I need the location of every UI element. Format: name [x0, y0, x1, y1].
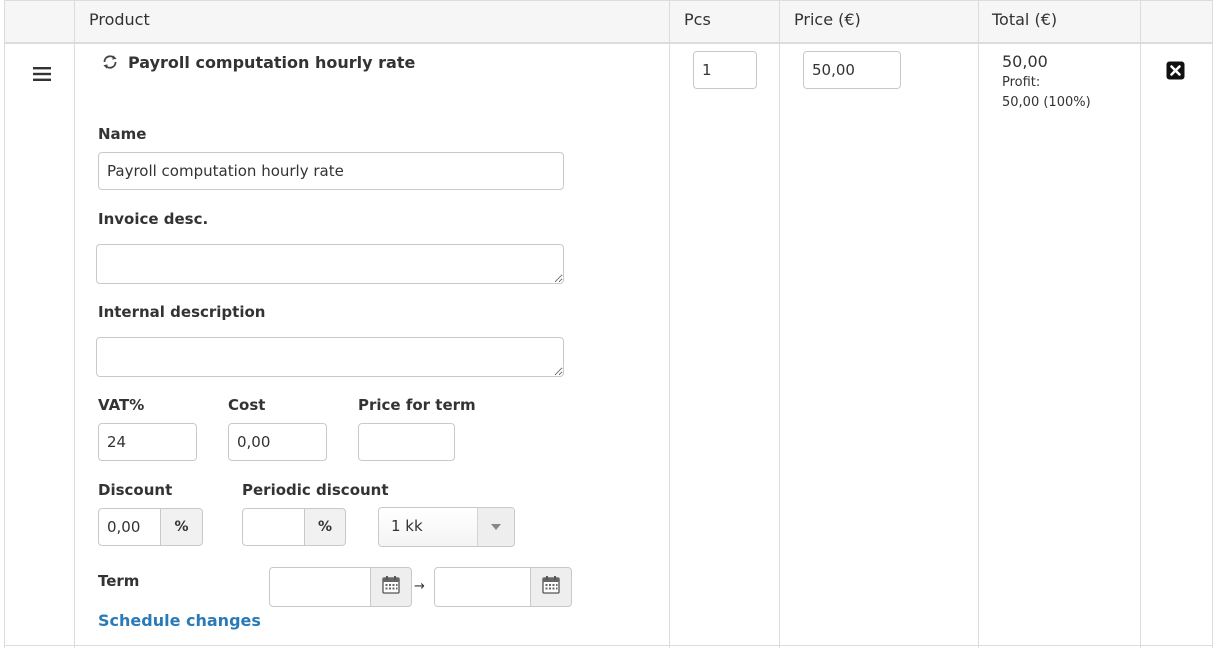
divider [4, 43, 1213, 44]
price-input[interactable] [803, 51, 901, 89]
price-term-input[interactable] [358, 423, 455, 461]
recurring-icon [101, 53, 119, 71]
term-label: Term [98, 572, 140, 590]
cost-label: Cost [228, 396, 266, 414]
invoice-desc-textarea[interactable] [96, 244, 564, 284]
calendar-icon [381, 575, 401, 599]
divider [779, 0, 780, 648]
price-term-label: Price for term [358, 396, 476, 414]
product-title: Payroll computation hourly rate [128, 53, 416, 72]
periodic-discount-label: Periodic discount [242, 481, 389, 499]
term-end-input[interactable] [434, 567, 531, 607]
profit-label: Profit: [1002, 75, 1041, 90]
divider [978, 0, 979, 648]
cost-input[interactable] [228, 423, 327, 461]
profit-value: 50,00 (100%) [1002, 95, 1091, 110]
name-label: Name [98, 125, 147, 143]
discount-label: Discount [98, 481, 173, 499]
header-total: Total (€) [992, 10, 1058, 29]
divider [1212, 0, 1213, 648]
term-start-calendar-button[interactable] [370, 567, 412, 607]
chevron-down-icon [477, 508, 514, 546]
internal-desc-label: Internal description [98, 303, 266, 321]
name-input[interactable] [98, 152, 564, 190]
periodic-discount-unit: % [305, 508, 346, 546]
discount-input[interactable] [98, 508, 161, 546]
divider [669, 0, 670, 648]
divider [74, 0, 75, 648]
vat-input[interactable] [98, 423, 197, 461]
divider [4, 0, 5, 648]
header-price: Price (€) [794, 10, 861, 29]
term-end-calendar-button[interactable] [530, 567, 572, 607]
pcs-input[interactable] [693, 51, 757, 89]
period-select-value: 1 kk [391, 517, 423, 535]
calendar-icon [541, 575, 561, 599]
total-value: 50,00 [1002, 52, 1048, 71]
periodic-discount-input[interactable] [242, 508, 305, 546]
divider [4, 645, 1213, 646]
divider [1140, 0, 1141, 648]
header-pcs: Pcs [684, 10, 711, 29]
invoice-desc-label: Invoice desc. [98, 210, 209, 228]
term-arrow: → [414, 579, 425, 594]
term-start-input[interactable] [269, 567, 371, 607]
internal-desc-textarea[interactable] [96, 337, 564, 377]
header-product: Product [89, 10, 150, 29]
schedule-changes-link[interactable]: Schedule changes [98, 611, 261, 630]
discount-unit: % [161, 508, 203, 546]
hamburger-icon[interactable] [32, 66, 52, 82]
period-select[interactable]: 1 kk [378, 507, 515, 547]
close-square-icon[interactable] [1166, 61, 1185, 80]
vat-label: VAT% [98, 396, 145, 414]
